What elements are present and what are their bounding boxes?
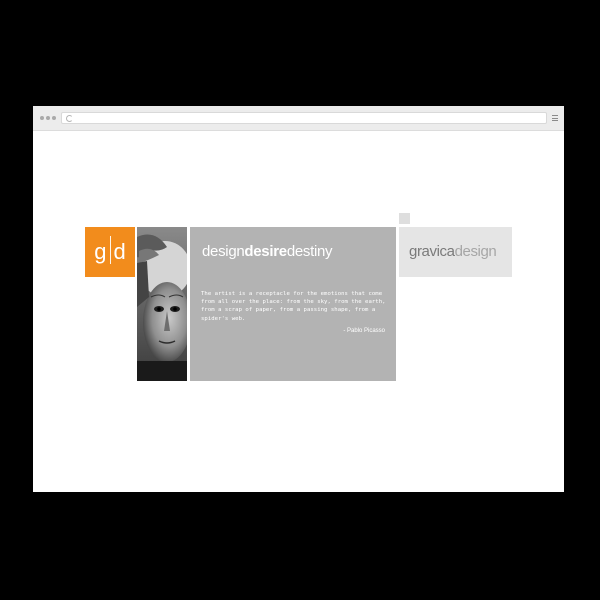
portrait-photo: [137, 227, 187, 381]
logo-letter-d: d: [113, 239, 126, 264]
tagline-destiny: destiny: [286, 243, 333, 260]
tagline-desire: desire: [244, 243, 287, 260]
logo-divider: [109, 236, 111, 264]
window-dot-icon[interactable]: [46, 116, 50, 120]
page-viewport: gd designdesiredestiny The artist is a r…: [33, 131, 564, 492]
reload-icon[interactable]: [66, 115, 73, 122]
window-dot-icon[interactable]: [52, 116, 56, 120]
brand-part-design: design: [454, 243, 497, 260]
tagline: designdesiredestiny: [202, 243, 333, 260]
address-bar[interactable]: [61, 112, 547, 124]
brand-panel[interactable]: gravicadesign: [399, 227, 512, 277]
quote-author: - Pablo Picasso: [343, 328, 385, 334]
menu-icon[interactable]: [552, 115, 558, 121]
window-dots-icon[interactable]: [40, 116, 58, 120]
small-square-decor: [399, 213, 410, 224]
window-dot-icon[interactable]: [40, 116, 44, 120]
browser-window: gd designdesiredestiny The artist is a r…: [33, 106, 564, 492]
quote-panel: designdesiredestiny The artist is a rece…: [190, 227, 396, 381]
brand-name[interactable]: gravicadesign: [409, 243, 497, 260]
brand-part-gravica: gravica: [409, 243, 455, 260]
tagline-design: design: [202, 243, 245, 260]
logo-letter-g: g: [94, 239, 107, 264]
quote-text: The artist is a receptacle for the emoti…: [201, 291, 386, 322]
portrait-image: [137, 227, 187, 381]
browser-toolbar: [33, 106, 564, 131]
gd-logo[interactable]: gd: [85, 227, 135, 277]
